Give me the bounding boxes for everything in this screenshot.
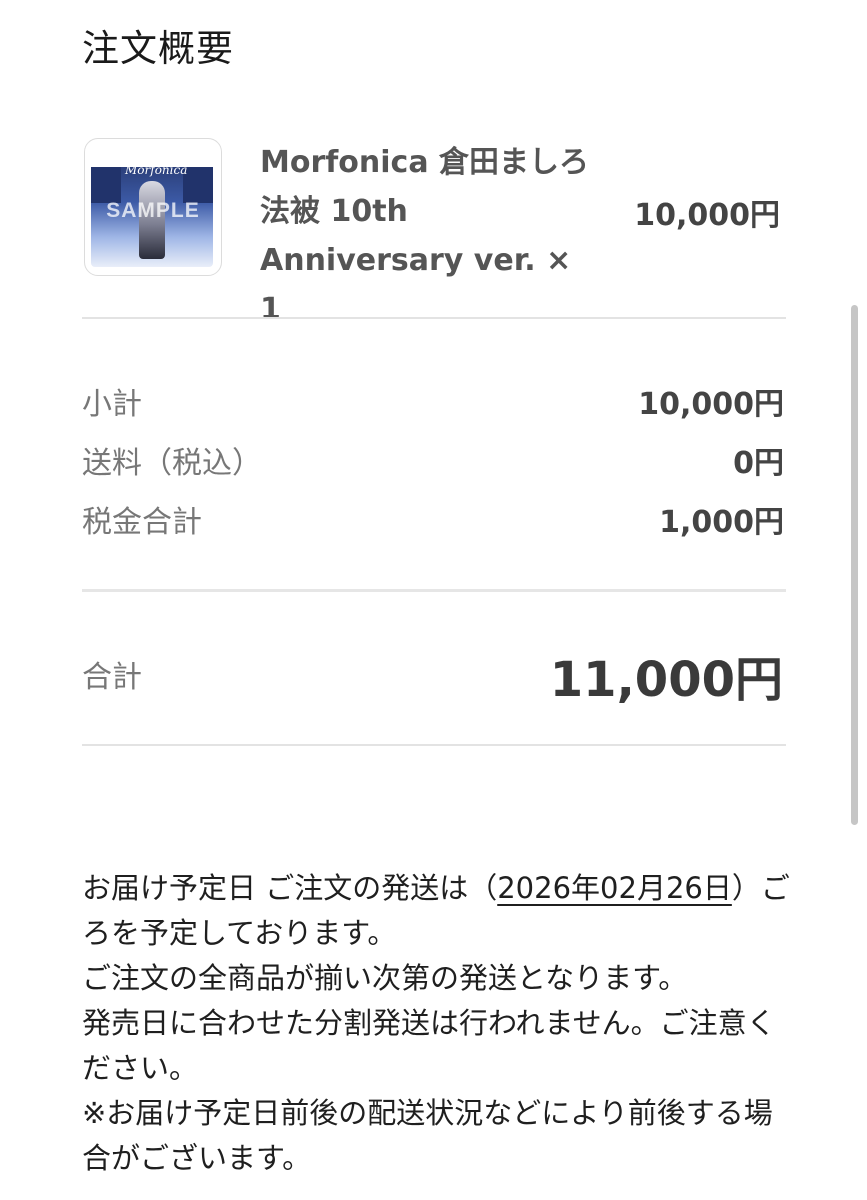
page-title: 注文概要	[82, 27, 234, 70]
thumbnail-sleeve-right	[183, 167, 213, 203]
line-item: Morfonica SAMPLE Morfonica 倉田ましろ 法被 10th…	[84, 138, 786, 327]
divider	[82, 317, 786, 319]
total-label: 合計	[82, 660, 142, 695]
summary-row-subtotal: 小計 10,000円	[82, 379, 784, 422]
notice-prefix: お届け予定日 ご注文の発送は（	[82, 871, 498, 905]
delivery-date: 2026年02月26日	[497, 871, 732, 905]
delivery-notice: お届け予定日 ご注文の発送は（2026年02月26日）ごろを予定しております。 …	[82, 866, 790, 1181]
divider	[82, 744, 786, 746]
shipping-value: 0円	[733, 446, 784, 481]
thumbnail-sleeve-left	[91, 167, 121, 203]
tax-label: 税金合計	[82, 505, 202, 540]
notice-line-3: 発売日に合わせた分割発送は行われません。ご注意ください。	[82, 1006, 776, 1085]
subtotal-value: 10,000円	[638, 387, 784, 422]
notice-line-4: ※お届け予定日前後の配送状況などにより前後する場合がございます。	[82, 1096, 773, 1175]
summary-row-tax: 税金合計 1,000円	[82, 497, 784, 540]
scrollbar[interactable]	[851, 305, 858, 825]
shipping-label: 送料（税込）	[82, 446, 262, 481]
subtotal-label: 小計	[82, 387, 142, 422]
notice-line-2: ご注文の全商品が揃い次第の発送となります。	[82, 961, 688, 995]
total-value: 11,000円	[549, 652, 783, 708]
thumbnail-script-text: Morfonica	[125, 163, 188, 177]
summary-row-shipping: 送料（税込） 0円	[82, 438, 784, 481]
product-thumbnail[interactable]: Morfonica SAMPLE	[84, 138, 222, 276]
product-price: 10,000円	[634, 198, 780, 233]
tax-value: 1,000円	[659, 505, 784, 540]
divider	[82, 589, 786, 592]
thumbnail-watermark: SAMPLE	[106, 199, 200, 222]
product-name: Morfonica 倉田ましろ 法被 10th Anniversary ver.…	[260, 145, 590, 327]
